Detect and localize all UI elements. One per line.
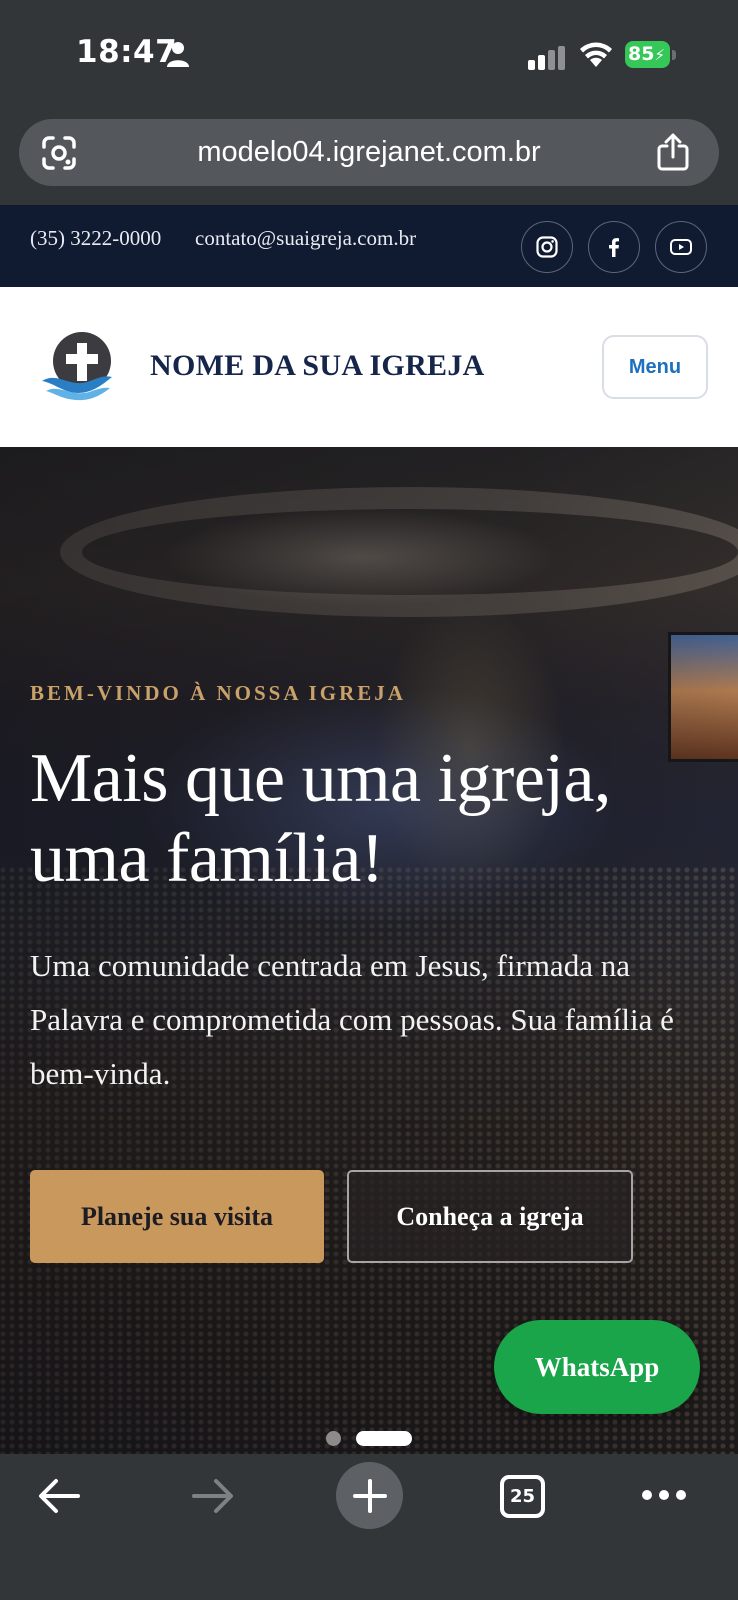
tabs-icon[interactable]: 25 [500,1475,545,1518]
new-tab-button[interactable] [336,1462,403,1529]
address-bar[interactable]: modelo04.igrejanet.com.br [19,119,719,186]
youtube-icon [670,239,692,255]
back-arrow-icon[interactable] [36,1476,82,1516]
page-indicator-active [356,1431,412,1446]
church-name[interactable]: NOME DA SUA IGREJA [150,349,485,383]
hero-description: Uma comunidade centrada em Jesus, firmad… [30,948,674,1091]
url-text[interactable]: modelo04.igrejanet.com.br [19,136,719,169]
contact-topbar: (35) 3222-0000 contato@suaigreja.com.br [0,205,738,287]
browser-toolbar: 25 [0,1454,738,1600]
person-icon [167,42,189,67]
tab-count: 25 [509,1486,536,1507]
hero-eyebrow: BEM-VINDO À NOSSA IGREJA [30,681,406,705]
instagram-button[interactable] [521,221,573,273]
wifi-icon [580,42,612,67]
whatsapp-button[interactable]: WhatsApp [494,1320,700,1414]
battery-cap [672,50,676,60]
site-header: NOME DA SUA IGREJA Menu [0,287,738,447]
facebook-button[interactable] [588,221,640,273]
page-indicator-dot [326,1431,341,1446]
hero-section: BEM-VINDO À NOSSA IGREJA Mais que uma ig… [0,447,738,1454]
hero-title-line-2: uma família! [30,820,384,897]
bolt-icon: ⚡ [654,46,665,64]
new-tab-plus-icon [352,1478,387,1513]
meet-church-button[interactable]: Conheça a igreja [347,1170,633,1263]
instagram-icon [536,236,558,258]
youtube-button[interactable] [655,221,707,273]
share-icon[interactable] [656,133,690,171]
battery-charging-icon: 85⚡ [625,41,676,68]
church-logo[interactable] [40,331,116,407]
contact-phone[interactable]: (35) 3222-0000 [30,226,161,251]
contact-email[interactable]: contato@suaigreja.com.br [195,226,416,251]
status-time: 18:47 [76,34,178,70]
more-dots-icon[interactable] [641,1488,687,1502]
plan-visit-button[interactable]: Planeje sua visita [30,1170,324,1263]
hero-title: Mais que uma igreja, uma família! [30,739,730,899]
battery-percent: 85 [628,43,655,65]
hero-title-line-1: Mais que uma igreja, [30,740,611,817]
battery-level: 85⚡ [625,41,670,68]
facebook-icon [609,238,619,257]
forward-arrow-icon[interactable] [190,1476,236,1516]
menu-button[interactable]: Menu [602,335,708,399]
cellular-signal-icon [528,46,565,70]
status-bar: 18:47 85⚡ [0,0,738,108]
